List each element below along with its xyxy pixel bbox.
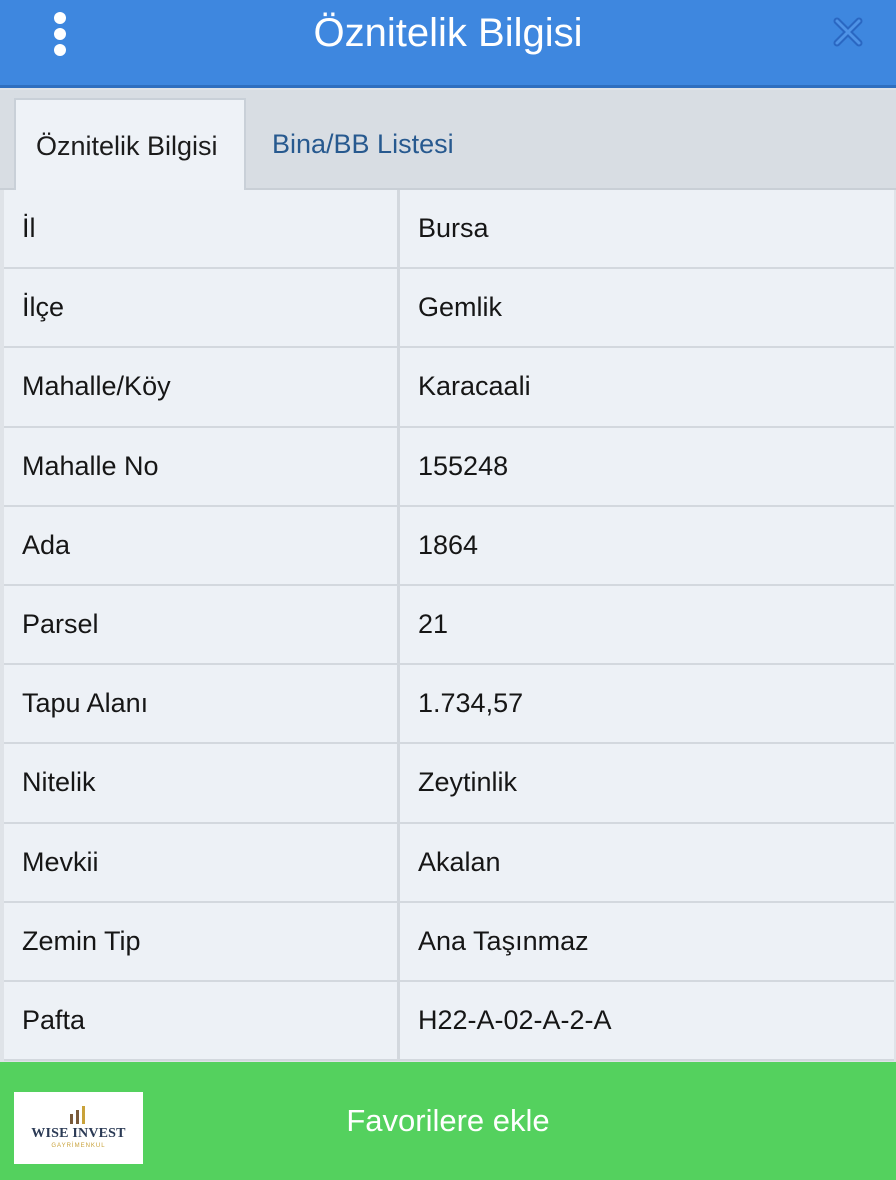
tab-attribute-info[interactable]: Öznitelik Bilgisi (14, 98, 246, 190)
table-row: Tapu Alanı 1.734,57 (4, 665, 894, 745)
attribute-label: Tapu Alanı (4, 665, 400, 743)
app-header: Öznitelik Bilgisi (0, 0, 896, 88)
table-row: Pafta H22-A-02-A-2-A (4, 981, 894, 1062)
table-row: Nitelik Zeytinlik (4, 744, 894, 824)
attribute-label: Pafta (4, 981, 400, 1060)
attribute-value: Gemlik (400, 269, 894, 347)
table-row: İl Bursa (4, 190, 894, 270)
attribute-value: 21 (400, 585, 894, 664)
table-row: Mahalle/Köy Karacaali (4, 348, 894, 428)
attribute-value: Ana Taşınmaz (400, 902, 894, 980)
close-icon[interactable] (830, 14, 866, 50)
attribute-label: Zemin Tip (4, 902, 400, 980)
attribute-label: Nitelik (4, 744, 400, 822)
attribute-value: 1.734,57 (400, 665, 894, 743)
page-title: Öznitelik Bilgisi (313, 11, 583, 55)
table-row: Parsel 21 (4, 585, 894, 666)
attribute-label: Mahalle/Köy (4, 348, 400, 426)
attribute-label: Parsel (4, 585, 400, 664)
attribute-label: İl (4, 190, 400, 268)
favorite-bar: Favorilere ekle WISE INVEST GAYRİMENKUL (0, 1062, 896, 1180)
attribute-label: Mahalle No (4, 427, 400, 505)
attribute-table: İl Bursa İlçe Gemlik Mahalle/Köy Karacaa… (4, 190, 894, 1062)
attribute-value: H22-A-02-A-2-A (400, 981, 894, 1060)
attribute-label: Mevkii (4, 823, 400, 901)
table-row: Zemin Tip Ana Taşınmaz (4, 902, 894, 982)
table-row: Mahalle No 155248 (4, 427, 894, 507)
attribute-label: Ada (4, 506, 400, 584)
logo-subtext: GAYRİMENKUL (51, 1143, 106, 1149)
company-logo: WISE INVEST GAYRİMENKUL (14, 1092, 143, 1164)
attribute-label: İlçe (4, 269, 400, 347)
tab-bar: Öznitelik Bilgisi Bina/BB Listesi (0, 90, 896, 190)
attribute-value: 155248 (400, 427, 894, 505)
attribute-value: Karacaali (400, 348, 894, 426)
attribute-value: Zeytinlik (400, 744, 894, 822)
table-row: Mevkii Akalan (4, 823, 894, 903)
tab-building-list[interactable]: Bina/BB Listesi (252, 98, 474, 190)
table-row: Ada 1864 (4, 506, 894, 586)
table-row: İlçe Gemlik (4, 269, 894, 349)
bar-chart-icon (70, 1106, 85, 1124)
attribute-value: Bursa (400, 190, 894, 268)
attribute-value: Akalan (400, 823, 894, 901)
attribute-value: 1864 (400, 506, 894, 584)
logo-text: WISE INVEST (31, 1126, 126, 1141)
